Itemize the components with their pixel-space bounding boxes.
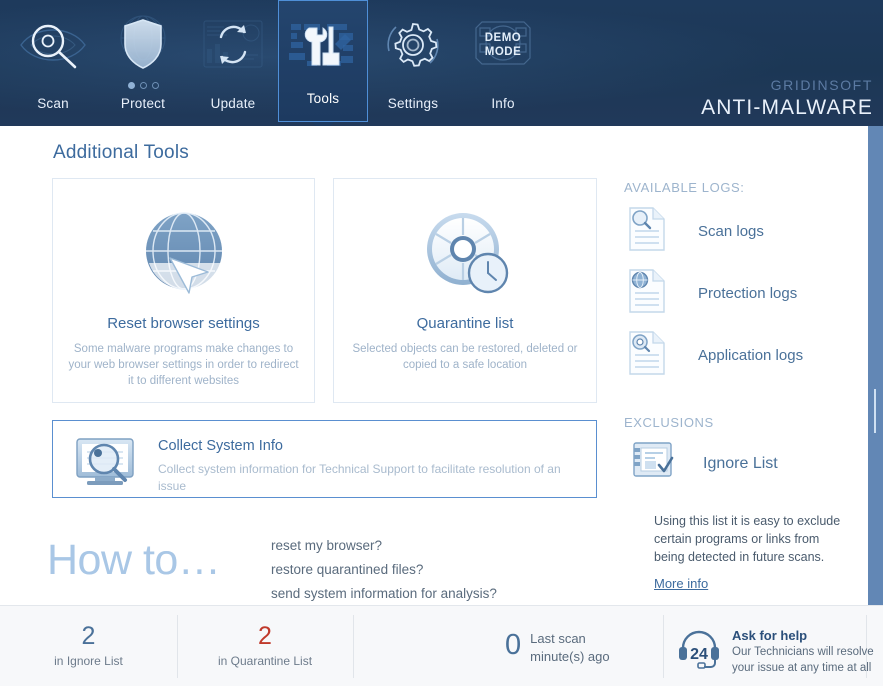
ask-for-help-text: Ask for help Our Technicians will resolv… bbox=[732, 628, 874, 676]
shield-globe-icon bbox=[105, 14, 181, 76]
gridinsoft-anti-malware-window: Scan Protect Update Tools Settings DEMO … bbox=[0, 0, 883, 686]
nav-item-settings[interactable]: Settings bbox=[368, 0, 458, 126]
howto-question-0[interactable]: reset my browser? bbox=[271, 534, 497, 558]
card-quarantine-list[interactable]: Quarantine list Selected objects can be … bbox=[333, 178, 597, 403]
nav-label-settings: Settings bbox=[387, 96, 439, 111]
stat-ignore-caption: in Ignore List bbox=[54, 654, 123, 668]
refresh-arrows-icon bbox=[194, 14, 272, 76]
nav-label-tools: Tools bbox=[306, 91, 340, 106]
demo-badge-line2: MODE bbox=[485, 46, 522, 58]
nav-item-scan[interactable]: Scan bbox=[8, 0, 98, 126]
card-title-reset: Reset browser settings bbox=[107, 315, 260, 332]
ignore-list-item[interactable]: Ignore List bbox=[629, 439, 778, 488]
ask-for-help-sub1: Our Technicians will resolve bbox=[732, 646, 874, 658]
stat-quarantine-caption: in Quarantine List bbox=[217, 654, 313, 668]
scrollbar-thumb[interactable] bbox=[874, 389, 876, 433]
document-gear-icon bbox=[627, 330, 667, 381]
wrench-screwdriver-icon bbox=[283, 15, 363, 77]
exclusions-description: Using this list it is easy to exclude ce… bbox=[654, 514, 841, 564]
log-item-scan-logs[interactable]: Scan logs bbox=[627, 206, 764, 257]
nav-item-tools[interactable]: Tools bbox=[278, 0, 368, 126]
gear-icon bbox=[376, 14, 450, 76]
ask-for-help-sub2: your issue at any time at all bbox=[732, 662, 872, 674]
protect-status-dots bbox=[98, 82, 188, 89]
right-sidebar: AVAILABLE LOGS: Scan logs Protection log… bbox=[623, 126, 868, 605]
card-collect-system-info[interactable]: Collect System Info Collect system infor… bbox=[52, 420, 597, 498]
stat-last-scan-text: Last scan minute(s) ago bbox=[530, 630, 609, 666]
exclusions-heading: EXCLUSIONS bbox=[624, 415, 714, 430]
card-title-quarantine: Quarantine list bbox=[416, 315, 514, 332]
brand-logo: GRIDINSOFT ANTI-MALWARE bbox=[701, 78, 873, 118]
document-magnifier-icon bbox=[627, 206, 667, 257]
howto-question-2[interactable]: send system information for analysis? bbox=[271, 582, 497, 606]
globe-cursor-icon bbox=[53, 201, 314, 305]
howto-question-1[interactable]: restore quarantined files? bbox=[271, 558, 497, 582]
app-header: Scan Protect Update Tools Settings DEMO … bbox=[0, 0, 883, 126]
nav-label-update: Update bbox=[210, 96, 256, 111]
collect-desc: Collect system information for Technical… bbox=[158, 462, 561, 493]
demo-mode-icon: DEMO MODE bbox=[466, 14, 540, 76]
log-item-application-logs[interactable]: Application logs bbox=[627, 330, 803, 381]
card-reset-browser-settings[interactable]: Reset browser settings Some malware prog… bbox=[52, 178, 315, 403]
stat-last-scan[interactable]: 0 Last scan minute(s) ago bbox=[505, 630, 610, 666]
nav-item-protect[interactable]: Protect bbox=[98, 0, 188, 126]
nav-label-protect: Protect bbox=[120, 96, 166, 111]
stat-last-scan-line1: Last scan bbox=[530, 631, 586, 646]
list-check-icon bbox=[629, 439, 675, 488]
available-logs-heading: AVAILABLE LOGS: bbox=[624, 180, 745, 195]
stat-quarantine-value: 2 bbox=[258, 622, 272, 650]
demo-badge-line1: DEMO bbox=[485, 32, 522, 44]
disc-clock-icon bbox=[334, 201, 596, 305]
status-bar: 2 in Ignore List 2 in Quarantine List 0 … bbox=[0, 605, 883, 686]
headset-24-icon: 24 bbox=[676, 628, 722, 675]
collect-title: Collect System Info bbox=[158, 438, 283, 454]
log-label-scan-logs: Scan logs bbox=[698, 223, 764, 240]
main-navigation: Scan Protect Update Tools Settings DEMO … bbox=[8, 0, 548, 126]
more-info-link[interactable]: More info bbox=[654, 576, 708, 591]
card-desc-quarantine: Selected objects can be restored, delete… bbox=[352, 343, 578, 371]
brand-company: GRIDINSOFT bbox=[770, 77, 873, 93]
log-item-protection-logs[interactable]: Protection logs bbox=[627, 268, 797, 319]
footer-divider-3 bbox=[663, 615, 664, 678]
headset-badge-number: 24 bbox=[690, 646, 708, 663]
nav-label-scan: Scan bbox=[37, 96, 69, 111]
document-globe-icon bbox=[627, 268, 667, 319]
ignore-list-label: Ignore List bbox=[703, 454, 778, 472]
card-desc-reset: Some malware programs make changes to yo… bbox=[68, 343, 299, 387]
stat-ignore-list[interactable]: 2 in Ignore List bbox=[0, 622, 177, 668]
ask-for-help-title: Ask for help bbox=[732, 628, 808, 643]
log-label-protection-logs: Protection logs bbox=[698, 285, 798, 302]
howto-question-list: reset my browser? restore quarantined fi… bbox=[271, 534, 497, 606]
page-title: Additional Tools bbox=[53, 142, 189, 163]
log-label-application-logs: Application logs bbox=[698, 347, 804, 364]
magnifier-eye-icon bbox=[15, 14, 91, 76]
brand-product: ANTI-MALWARE bbox=[701, 96, 873, 119]
stat-quarantine-list[interactable]: 2 in Quarantine List bbox=[177, 622, 353, 668]
monitor-magnifier-icon bbox=[71, 435, 143, 494]
vertical-scrollbar[interactable] bbox=[868, 126, 883, 605]
nav-label-info: Info bbox=[491, 96, 515, 111]
howto-heading: How to… bbox=[47, 536, 221, 584]
stat-ignore-value: 2 bbox=[81, 622, 96, 650]
footer-divider-2 bbox=[353, 615, 354, 678]
stat-last-scan-value: 0 bbox=[505, 629, 522, 661]
nav-item-info[interactable]: DEMO MODE Info bbox=[458, 0, 548, 126]
ask-for-help-widget[interactable]: 24 Ask for help Our Technicians will res… bbox=[676, 628, 874, 676]
stat-last-scan-line2: minute(s) ago bbox=[530, 649, 610, 664]
nav-item-update[interactable]: Update bbox=[188, 0, 278, 126]
